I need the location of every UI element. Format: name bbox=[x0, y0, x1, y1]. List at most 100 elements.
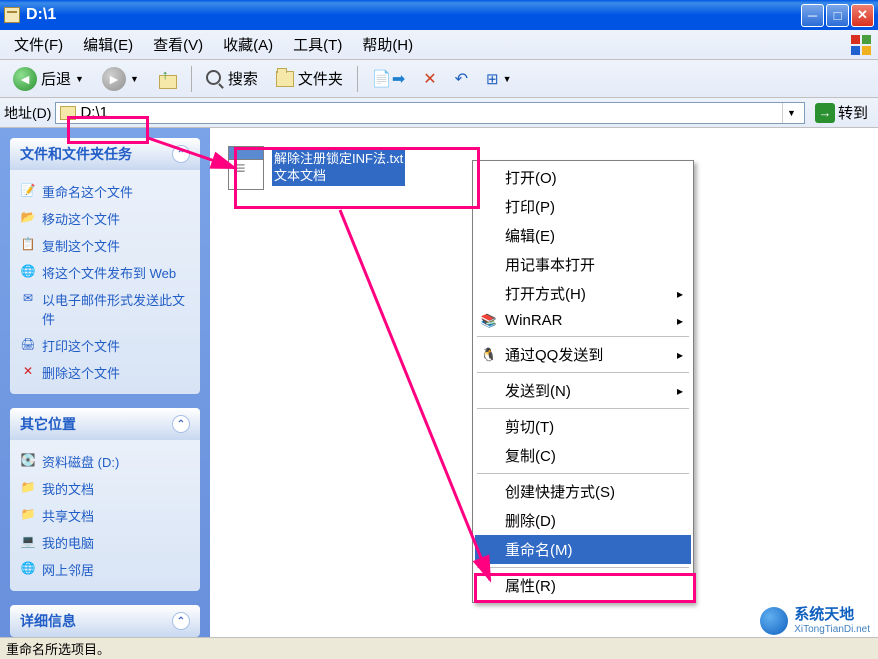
search-button[interactable]: 搜索 bbox=[199, 64, 265, 93]
tasks-panel: 文件和文件夹任务 ⌃ 📝重命名这个文件 📂移动这个文件 📋复制这个文件 🌐将这个… bbox=[10, 138, 200, 394]
folder-icon bbox=[4, 7, 20, 23]
separator bbox=[357, 66, 358, 92]
up-button[interactable] bbox=[150, 65, 184, 93]
cm-shortcut[interactable]: 创建快捷方式(S) bbox=[475, 477, 691, 506]
cm-properties[interactable]: 属性(R) bbox=[475, 571, 691, 600]
address-label: 地址(D) bbox=[4, 103, 51, 123]
search-icon bbox=[206, 70, 224, 88]
cm-openwith[interactable]: 打开方式(H) bbox=[475, 279, 691, 308]
cm-delete[interactable]: 删除(D) bbox=[475, 506, 691, 535]
menu-help[interactable]: 帮助(H) bbox=[354, 31, 421, 58]
window-title: D:\1 bbox=[26, 6, 801, 24]
other-places-panel: 其它位置 ⌃ 💽资料磁盘 (D:) 📁我的文档 📁共享文档 💻我的电脑 🌐网上邻… bbox=[10, 408, 200, 591]
watermark-icon bbox=[760, 607, 788, 635]
separator bbox=[477, 408, 689, 409]
moveto-button[interactable]: 📄➡ bbox=[365, 65, 412, 93]
place-network[interactable]: 🌐网上邻居 bbox=[20, 556, 190, 583]
menu-favorites[interactable]: 收藏(A) bbox=[215, 31, 281, 58]
mycomputer-icon: 💻 bbox=[20, 533, 36, 549]
collapse-icon: ⌃ bbox=[172, 415, 190, 433]
minimize-button[interactable]: ─ bbox=[801, 4, 824, 27]
place-disk[interactable]: 💽资料磁盘 (D:) bbox=[20, 448, 190, 475]
menu-tools[interactable]: 工具(T) bbox=[285, 31, 350, 58]
chevron-down-icon: ▼ bbox=[130, 74, 139, 84]
maximize-button[interactable]: □ bbox=[826, 4, 849, 27]
go-button[interactable]: → 转到 bbox=[809, 100, 874, 125]
views-icon: ⊞ bbox=[486, 70, 499, 88]
moveto-icon: 📄➡ bbox=[372, 69, 405, 89]
place-shared[interactable]: 📁共享文档 bbox=[20, 502, 190, 529]
move-icon: 📂 bbox=[20, 209, 36, 225]
details-header[interactable]: 详细信息 ⌃ bbox=[10, 605, 200, 637]
separator bbox=[477, 336, 689, 337]
address-input[interactable]: D:\1 ▼ bbox=[55, 102, 805, 124]
place-mydocs[interactable]: 📁我的文档 bbox=[20, 475, 190, 502]
collapse-icon: ⌃ bbox=[172, 612, 190, 630]
back-icon: ◄ bbox=[13, 67, 37, 91]
separator bbox=[477, 473, 689, 474]
details-panel: 详细信息 ⌃ bbox=[10, 605, 200, 637]
delete-icon: ✕ bbox=[20, 363, 36, 379]
place-mycomputer[interactable]: 💻我的电脑 bbox=[20, 529, 190, 556]
cm-cut[interactable]: 剪切(T) bbox=[475, 412, 691, 441]
cm-copy[interactable]: 复制(C) bbox=[475, 441, 691, 470]
task-delete[interactable]: ✕删除这个文件 bbox=[20, 359, 190, 386]
chevron-down-icon: ▼ bbox=[75, 74, 84, 84]
print-icon: 🖨 bbox=[20, 336, 36, 352]
shared-icon: 📁 bbox=[20, 506, 36, 522]
folder-icon bbox=[60, 106, 76, 120]
network-icon: 🌐 bbox=[20, 560, 36, 576]
separator bbox=[477, 567, 689, 568]
forward-icon: ► bbox=[102, 67, 126, 91]
sidebar: 文件和文件夹任务 ⌃ 📝重命名这个文件 📂移动这个文件 📋复制这个文件 🌐将这个… bbox=[0, 128, 210, 637]
back-button[interactable]: ◄ 后退 ▼ bbox=[6, 63, 91, 95]
menu-file[interactable]: 文件(F) bbox=[6, 31, 71, 58]
forward-button[interactable]: ► ▼ bbox=[95, 63, 146, 95]
windows-logo-icon bbox=[850, 34, 872, 56]
tasks-panel-header[interactable]: 文件和文件夹任务 ⌃ bbox=[10, 138, 200, 170]
status-text: 重命名所选项目。 bbox=[6, 639, 110, 658]
delete-button[interactable]: ✕ bbox=[416, 65, 443, 93]
file-item[interactable]: 解除注册锁定INF法.txt 文本文档 bbox=[226, 144, 456, 192]
undo-button[interactable]: ↶ bbox=[448, 65, 475, 93]
email-icon: ✉ bbox=[20, 290, 36, 306]
address-dropdown[interactable]: ▼ bbox=[782, 103, 800, 123]
qq-icon: 🐧 bbox=[481, 347, 497, 363]
task-rename[interactable]: 📝重命名这个文件 bbox=[20, 178, 190, 205]
undo-icon: ↶ bbox=[455, 69, 468, 89]
task-copy[interactable]: 📋复制这个文件 bbox=[20, 232, 190, 259]
views-button[interactable]: ⊞▼ bbox=[479, 66, 519, 92]
context-menu: 打开(O) 打印(P) 编辑(E) 用记事本打开 打开方式(H) 📚WinRAR… bbox=[472, 160, 694, 603]
mydocs-icon: 📁 bbox=[20, 479, 36, 495]
cm-open[interactable]: 打开(O) bbox=[475, 163, 691, 192]
menu-edit[interactable]: 编辑(E) bbox=[75, 31, 141, 58]
go-icon: → bbox=[815, 103, 835, 123]
task-publish[interactable]: 🌐将这个文件发布到 Web bbox=[20, 259, 190, 286]
task-email[interactable]: ✉以电子邮件形式发送此文件 bbox=[20, 286, 190, 332]
toolbar: ◄ 后退 ▼ ► ▼ 搜索 文件夹 📄➡ ✕ ↶ ⊞▼ bbox=[0, 60, 878, 98]
publish-icon: 🌐 bbox=[20, 263, 36, 279]
cm-print[interactable]: 打印(P) bbox=[475, 192, 691, 221]
menubar: 文件(F) 编辑(E) 查看(V) 收藏(A) 工具(T) 帮助(H) bbox=[0, 30, 878, 60]
close-button[interactable]: ✕ bbox=[851, 4, 874, 27]
other-places-header[interactable]: 其它位置 ⌃ bbox=[10, 408, 200, 440]
file-name: 解除注册锁定INF法.txt bbox=[274, 151, 403, 168]
task-print[interactable]: 🖨打印这个文件 bbox=[20, 332, 190, 359]
cm-edit[interactable]: 编辑(E) bbox=[475, 221, 691, 250]
watermark: 系统天地 XiTongTianDi.net bbox=[760, 607, 870, 635]
menu-view[interactable]: 查看(V) bbox=[145, 31, 211, 58]
statusbar: 重命名所选项目。 bbox=[0, 637, 878, 659]
folders-button[interactable]: 文件夹 bbox=[269, 64, 350, 93]
rename-icon: 📝 bbox=[20, 182, 36, 198]
cm-rename[interactable]: 重命名(M) bbox=[475, 535, 691, 564]
cm-sendto[interactable]: 发送到(N) bbox=[475, 376, 691, 405]
cm-qq[interactable]: 🐧通过QQ发送到 bbox=[475, 340, 691, 369]
address-text: D:\1 bbox=[80, 104, 778, 121]
cm-notepad[interactable]: 用记事本打开 bbox=[475, 250, 691, 279]
disk-icon: 💽 bbox=[20, 452, 36, 468]
file-type: 文本文档 bbox=[274, 168, 403, 185]
delete-icon: ✕ bbox=[423, 69, 436, 89]
task-move[interactable]: 📂移动这个文件 bbox=[20, 205, 190, 232]
collapse-icon: ⌃ bbox=[172, 145, 190, 163]
cm-winrar[interactable]: 📚WinRAR bbox=[475, 308, 691, 333]
